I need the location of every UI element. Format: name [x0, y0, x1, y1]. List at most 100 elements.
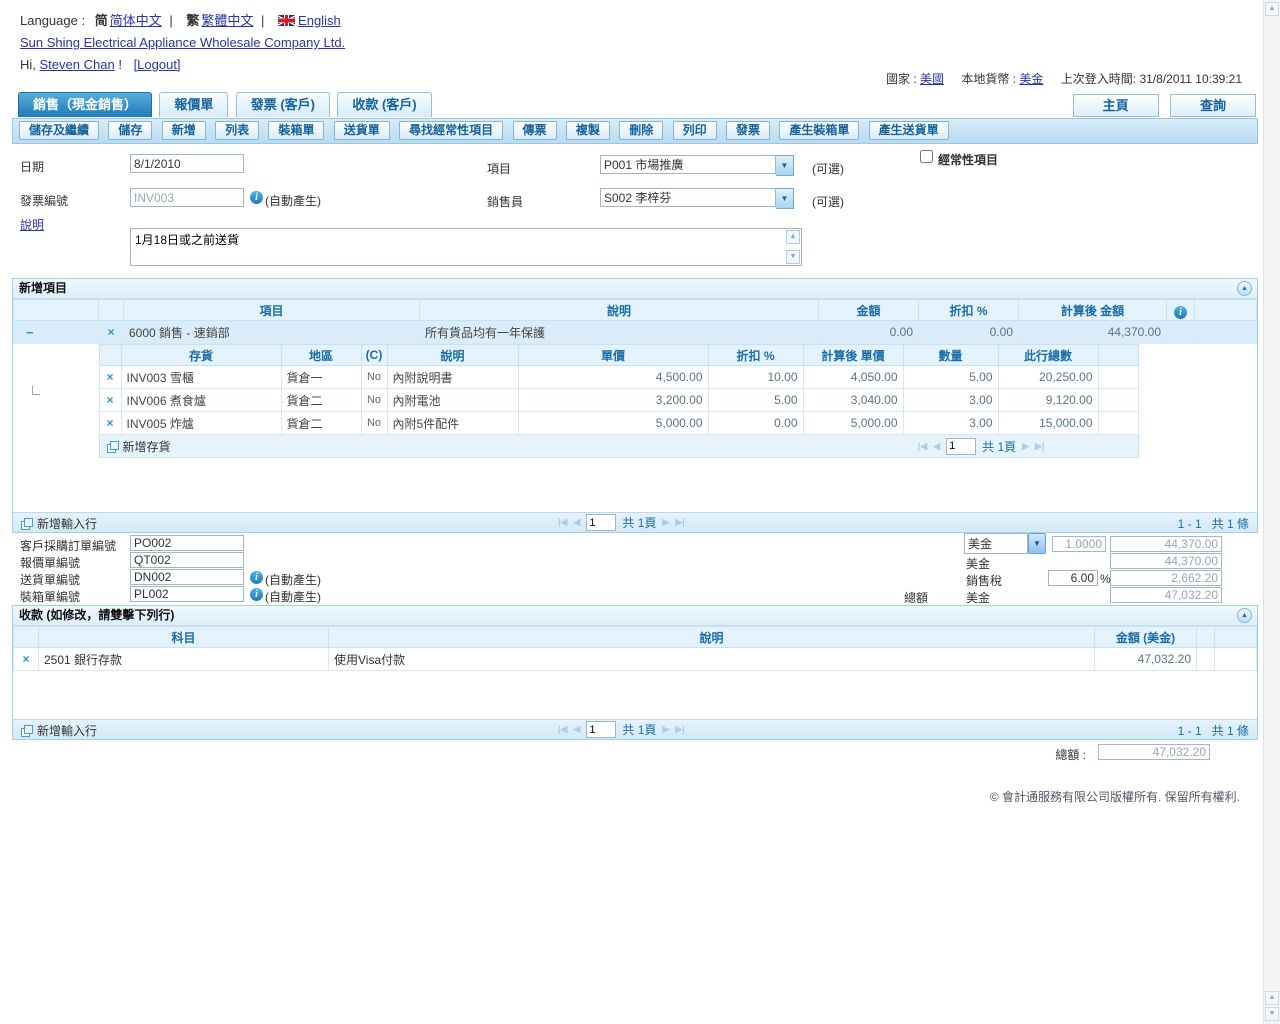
amount-input[interactable] — [1110, 536, 1222, 552]
list-button[interactable]: 列表 — [215, 121, 259, 140]
language-link-simplified[interactable]: 简体中文 — [110, 13, 162, 28]
pager-page-input[interactable] — [586, 721, 616, 738]
add-stock-link[interactable]: 新增存貨 — [107, 438, 171, 455]
country-label: 國家 : — [886, 72, 917, 86]
recurring-checkbox[interactable] — [920, 150, 933, 163]
pager-next-button[interactable] — [662, 724, 669, 735]
tree-connector — [32, 386, 40, 395]
pager-first-button[interactable] — [558, 517, 567, 528]
textarea-scroll-up-button[interactable] — [786, 230, 800, 244]
description-textarea[interactable]: 1月18日或之前送貨 — [130, 228, 802, 266]
col-receipt-desc: 說明 — [329, 627, 1095, 648]
voucher-button[interactable]: 傳票 — [513, 121, 557, 140]
toolbar: 儲存及繼續 儲存 新增 列表 裝箱單 送貨單 尋找經常性項目 傳票 複製 刪除 … — [12, 118, 1258, 144]
scrollbar-down-icon[interactable] — [1265, 1007, 1279, 1021]
scrollbar-up-icon[interactable] — [1265, 2, 1279, 16]
pager-first-button[interactable] — [558, 724, 567, 735]
pl-input[interactable] — [130, 586, 244, 602]
vertical-scrollbar[interactable] — [1263, 0, 1280, 1024]
scrollbar-up-icon[interactable] — [1265, 991, 1279, 1005]
stock-desc: 內附說明書 — [387, 366, 518, 389]
find-recurring-button[interactable]: 尋找經常性項目 — [399, 121, 503, 140]
grand-amount-input[interactable] — [1110, 587, 1222, 603]
exchange-rate-input[interactable] — [1052, 536, 1106, 552]
local-currency-link[interactable]: 美金 — [1019, 72, 1043, 86]
dn-input[interactable] — [130, 569, 244, 585]
pager-next-button[interactable] — [662, 517, 669, 528]
packing-list-button[interactable]: 裝箱單 — [268, 121, 324, 140]
tab-sales-cash[interactable]: 銷售（現金銷售） — [18, 92, 152, 117]
pager-prev-button[interactable] — [573, 724, 580, 735]
save-button[interactable]: 儲存 — [108, 121, 152, 140]
generate-packing-list-button[interactable]: 產生裝箱單 — [779, 121, 859, 140]
stock-line-total: 9,120.00 — [998, 389, 1098, 412]
stock-table: 存貨 地區 (C) 說明 單價 折扣 % 計算後 單價 數量 此行總數 — [99, 344, 1139, 458]
collapse-section-icon[interactable] — [1237, 281, 1252, 296]
col-qty: 數量 — [903, 345, 998, 366]
invoice-button[interactable]: 發票 — [726, 121, 770, 140]
user-link[interactable]: Steven Chan — [40, 57, 115, 72]
project-select-input[interactable] — [600, 155, 776, 174]
salesman-select-input[interactable] — [600, 188, 776, 207]
pager-last-button[interactable] — [675, 517, 684, 528]
local-amount-input[interactable] — [1110, 553, 1222, 569]
delete-icon[interactable] — [107, 325, 114, 339]
textarea-scroll-down-button[interactable] — [786, 250, 800, 264]
delete-icon[interactable] — [106, 416, 113, 430]
col-stock-discount: 折扣 % — [708, 345, 803, 366]
info-icon — [250, 588, 263, 601]
pager-last-button[interactable] — [1035, 441, 1044, 452]
company-link[interactable]: Sun Shing Electrical Appliance Wholesale… — [20, 35, 345, 50]
pager-page-input[interactable] — [946, 438, 976, 455]
pager-next-button[interactable] — [1022, 441, 1029, 452]
delivery-note-button[interactable]: 送貨單 — [334, 121, 390, 140]
stock-c: No — [361, 412, 387, 435]
generate-delivery-note-button[interactable]: 產生送貨單 — [869, 121, 949, 140]
project-dropdown-arrow-icon[interactable] — [776, 155, 794, 176]
date-input[interactable] — [130, 154, 244, 173]
invoice-no-input[interactable] — [130, 188, 244, 207]
copy-button[interactable]: 複製 — [566, 121, 610, 140]
total-input[interactable] — [1098, 744, 1210, 760]
separator: | — [169, 13, 172, 28]
po-input[interactable] — [130, 535, 244, 551]
country-link[interactable]: 美國 — [920, 72, 944, 86]
delete-icon[interactable] — [22, 652, 29, 666]
logout-link[interactable]: [Logout] — [134, 57, 181, 72]
delete-button[interactable]: 刪除 — [619, 121, 663, 140]
stock-desc: 內附電池 — [387, 389, 518, 412]
save-and-continue-button[interactable]: 儲存及繼續 — [19, 121, 99, 140]
tax-amount-input[interactable] — [1110, 570, 1222, 586]
salesman-dropdown-arrow-icon[interactable] — [776, 188, 794, 209]
copyright-footer: © 會計通服務有限公司版權所有. 保留所有權利. — [12, 788, 1258, 805]
collapse-row-icon[interactable] — [26, 325, 34, 340]
language-link-traditional[interactable]: 繁體中文 — [201, 13, 253, 28]
currency-select-input[interactable] — [964, 533, 1028, 554]
print-button[interactable]: 列印 — [673, 121, 717, 140]
tab-receipt-customer[interactable]: 收款 (客戶) — [337, 92, 431, 117]
tab-quotation[interactable]: 報價單 — [159, 92, 228, 117]
tab-invoice-customer[interactable]: 發票 (客戶) — [236, 92, 330, 117]
language-link-english[interactable]: English — [298, 13, 341, 28]
pager-page-input[interactable] — [586, 514, 616, 531]
add-line-link[interactable]: 新增輸入行 — [21, 722, 97, 739]
tax-rate-input[interactable] — [1048, 570, 1098, 586]
pager-first-button[interactable] — [918, 441, 927, 452]
delete-icon[interactable] — [106, 393, 113, 407]
pager-prev-button[interactable] — [573, 517, 580, 528]
delete-icon[interactable] — [106, 370, 113, 384]
add-line-link[interactable]: 新增輸入行 — [21, 515, 97, 532]
receipt-row[interactable]: 2501 銀行存款 使用Visa付款 47,032.20 — [14, 648, 1257, 671]
stock-qty: 5.00 — [903, 366, 998, 389]
pager-prev-button[interactable] — [933, 441, 940, 452]
home-button[interactable]: 主頁 — [1073, 94, 1159, 117]
add-icon — [21, 725, 33, 737]
collapse-section-icon[interactable] — [1237, 608, 1252, 623]
enquiry-button[interactable]: 查詢 — [1170, 94, 1256, 117]
new-button[interactable]: 新增 — [162, 121, 206, 140]
qt-input[interactable] — [130, 552, 244, 568]
currency-dropdown-arrow-icon[interactable] — [1028, 533, 1046, 554]
pager-last-button[interactable] — [675, 724, 684, 735]
description-link[interactable]: 說明 — [20, 216, 44, 233]
total-label: 總額 : — [1055, 746, 1086, 763]
